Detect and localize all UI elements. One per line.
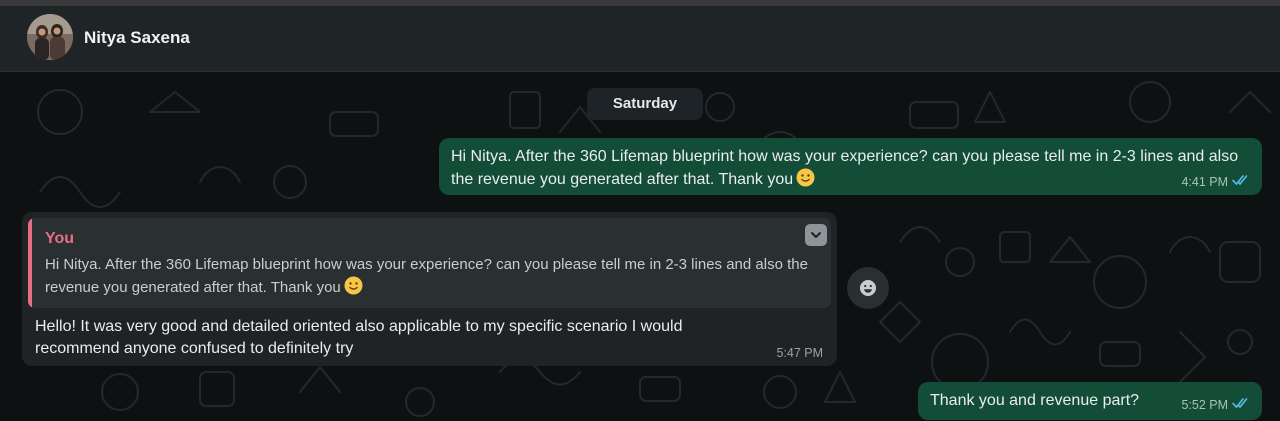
quoted-message[interactable]: You Hi Nitya. After the 360 Lifemap blue… xyxy=(28,218,831,308)
double-check-read-icon xyxy=(1232,174,1250,189)
message-meta: 4:41 PM xyxy=(1181,174,1250,189)
quote-text: Hi Nitya. After the 360 Lifemap blueprin… xyxy=(45,256,808,296)
message-menu-button[interactable] xyxy=(805,224,827,246)
chat-area[interactable]: Saturday Hi Nitya. After the 360 Lifemap… xyxy=(0,72,1280,421)
message-time: 5:52 PM xyxy=(1181,397,1228,412)
message-meta: 5:47 PM xyxy=(776,346,823,360)
avatar[interactable] xyxy=(27,14,73,60)
message-meta: 5:52 PM xyxy=(1181,397,1250,412)
chat-window: Nitya Saxena Saturday Hi Nitya. After th… xyxy=(0,0,1280,421)
day-divider: Saturday xyxy=(587,88,703,120)
double-check-read-icon xyxy=(1232,397,1250,412)
quote-author: You xyxy=(45,230,75,247)
message-time: 5:47 PM xyxy=(776,346,823,360)
contact-name[interactable]: Nitya Saxena xyxy=(84,28,190,48)
reaction-button[interactable] xyxy=(847,267,889,309)
contact-photo-icon xyxy=(27,14,73,60)
slightly-smiling-face-icon xyxy=(796,168,815,187)
outgoing-message-bubble[interactable]: Hi Nitya. After the 360 Lifemap blueprin… xyxy=(439,138,1262,195)
message-text: Thank you and revenue part? xyxy=(930,392,1140,409)
message-text: Hello! It was very good and detailed ori… xyxy=(35,318,683,357)
message-time: 4:41 PM xyxy=(1181,174,1228,189)
chevron-down-icon xyxy=(811,232,821,238)
emoji-icon xyxy=(860,280,876,296)
outgoing-message-bubble[interactable]: Thank you and revenue part? 5:52 PM xyxy=(918,382,1262,420)
incoming-message-bubble[interactable]: You Hi Nitya. After the 360 Lifemap blue… xyxy=(22,212,837,366)
quote-accent-bar xyxy=(28,218,32,308)
message-text: Hi Nitya. After the 360 Lifemap blueprin… xyxy=(451,148,1239,188)
slightly-smiling-face-icon xyxy=(344,276,363,295)
chat-header[interactable]: Nitya Saxena xyxy=(0,6,1280,72)
